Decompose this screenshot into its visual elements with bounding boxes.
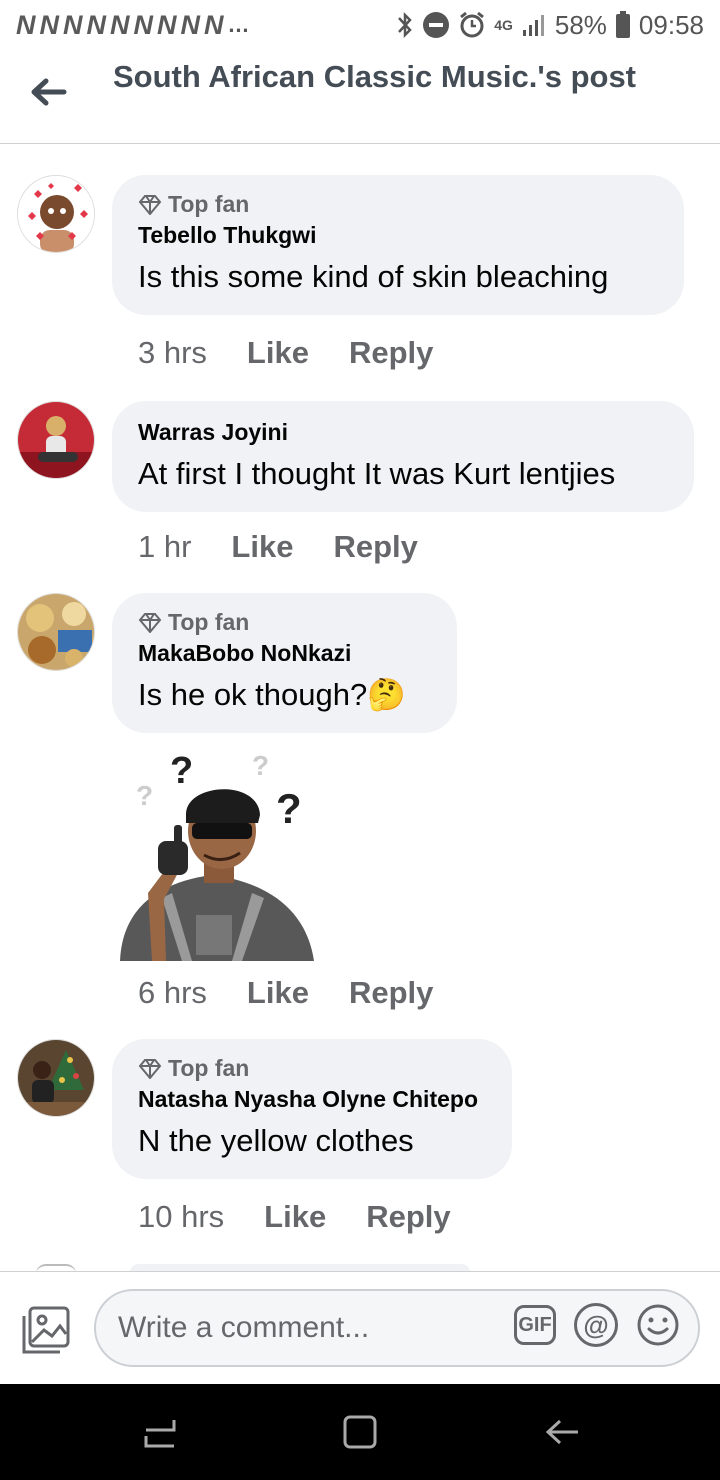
question-mark: ?: [170, 750, 193, 792]
battery-percent: 58%: [554, 9, 607, 40]
comment-time: 1 hr: [138, 529, 192, 564]
emoji-button[interactable]: [636, 1303, 680, 1347]
top-fan-label: Top fan: [168, 191, 250, 217]
arrow-left-icon: [31, 78, 67, 106]
recent-apps-icon: [144, 1420, 176, 1448]
page-title: South African Classic Music.'s post: [113, 59, 637, 94]
top-fan-badge: Top fan: [138, 1055, 484, 1082]
comment-text: Is he ok though?🤔: [138, 675, 429, 715]
notification-icon: N: [63, 9, 82, 40]
comment-text: Is this some kind of skin bleaching: [138, 259, 609, 294]
clock: 09:58: [638, 9, 704, 40]
composer-icons: GIF @: [514, 1303, 680, 1347]
notification-icon: N: [39, 9, 59, 40]
comment-bubble: Warras Joyini At first I thought It was …: [112, 401, 694, 512]
comment-time: 6 hrs: [138, 975, 207, 1010]
photo-icon: [22, 1306, 70, 1354]
notification-icon: N: [16, 9, 35, 40]
sticker-image[interactable]: ? ? ? ?: [112, 743, 324, 961]
comment-bubble: Top fan MakaBobo NoNkazi Is he ok though…: [112, 593, 457, 733]
comment-text: N the yellow clothes: [138, 1123, 414, 1158]
notification-icon: N: [180, 9, 200, 40]
question-mark: ?: [252, 750, 269, 781]
avatar[interactable]: [17, 401, 95, 479]
battery-icon: [615, 11, 631, 39]
comment-actions: 3 hrs Like Reply: [138, 335, 433, 371]
thinking-face-emoji: 🤔: [367, 677, 406, 712]
comment-actions: 1 hr Like Reply: [138, 529, 418, 565]
top-fan-badge: Top fan: [138, 191, 656, 218]
like-button[interactable]: Like: [247, 975, 309, 1011]
recent-apps-button[interactable]: [135, 1410, 185, 1454]
mention-button[interactable]: @: [574, 1303, 618, 1347]
top-fan-badge: Top fan: [138, 609, 429, 636]
do-not-disturb-icon: [422, 11, 450, 39]
diamond-icon: [138, 194, 162, 215]
alarm-icon: [458, 11, 486, 39]
photo-button[interactable]: [20, 1304, 72, 1356]
notification-icons: N N N N N N N N N …: [16, 10, 250, 41]
like-button[interactable]: Like: [231, 529, 293, 565]
comment-placeholder: Write a comment...: [118, 1311, 370, 1344]
back-button[interactable]: [24, 72, 72, 112]
status-bar: N N N N N N N N N … 4G 58% 09:58: [0, 0, 720, 50]
system-back-button[interactable]: [537, 1410, 587, 1454]
avatar[interactable]: [17, 1039, 95, 1117]
notification-icon: N: [204, 9, 223, 40]
comment-composer: Write a comment... GIF @: [0, 1271, 720, 1384]
reply-button[interactable]: Reply: [333, 529, 417, 565]
comment-time: 10 hrs: [138, 1199, 225, 1234]
reply-button[interactable]: Reply: [366, 1199, 450, 1235]
notification-icon: N: [157, 9, 176, 40]
question-mark: ?: [136, 780, 153, 811]
like-button[interactable]: Like: [247, 335, 309, 371]
avatar[interactable]: [17, 593, 95, 671]
post-header: South African Classic Music.'s post: [0, 50, 720, 144]
commenter-name[interactable]: Natasha Nyasha Olyne Chitepo: [138, 1086, 484, 1113]
back-icon: [545, 1419, 578, 1445]
question-mark: ?: [276, 785, 302, 832]
avatar[interactable]: [17, 175, 95, 253]
system-nav-bar: [0, 1384, 720, 1480]
comment-actions: 10 hrs Like Reply: [138, 1199, 451, 1235]
comment-bubble: Top fan Natasha Nyasha Olyne Chitepo N t…: [112, 1039, 512, 1179]
home-icon: [343, 1415, 377, 1449]
top-fan-label: Top fan: [168, 1055, 250, 1081]
diamond-icon: [138, 1058, 162, 1079]
comment-bubble: Top fan Tebello Thukgwi Is this some kin…: [112, 175, 684, 315]
reply-button[interactable]: Reply: [349, 335, 433, 371]
notification-icon: N: [86, 9, 106, 40]
network-type: 4G: [494, 17, 513, 33]
bluetooth-icon: [396, 11, 414, 39]
comment-text-body: Is he ok though?: [138, 677, 368, 712]
home-button[interactable]: [335, 1410, 385, 1454]
more-notifications-icon: …: [227, 12, 250, 37]
gif-button[interactable]: GIF: [514, 1305, 556, 1345]
comment-text: At first I thought It was Kurt lentjies: [138, 456, 616, 491]
status-right: 4G 58% 09:58: [396, 10, 704, 41]
comment-time: 3 hrs: [138, 335, 207, 370]
reply-button[interactable]: Reply: [349, 975, 433, 1011]
comment-input[interactable]: Write a comment... GIF @: [94, 1289, 700, 1367]
diamond-icon: [138, 612, 162, 633]
like-button[interactable]: Like: [264, 1199, 326, 1235]
commenter-name[interactable]: Warras Joyini: [138, 419, 666, 446]
commenter-name[interactable]: MakaBobo NoNkazi: [138, 640, 429, 667]
smiley-icon: [637, 1304, 679, 1346]
notification-icon: N: [110, 9, 129, 40]
commenter-name[interactable]: Tebello Thukgwi: [138, 222, 656, 249]
comment-actions: 6 hrs Like Reply: [138, 975, 433, 1011]
top-fan-label: Top fan: [168, 609, 250, 635]
signal-icon: [521, 12, 547, 38]
notification-icon: N: [133, 9, 153, 40]
